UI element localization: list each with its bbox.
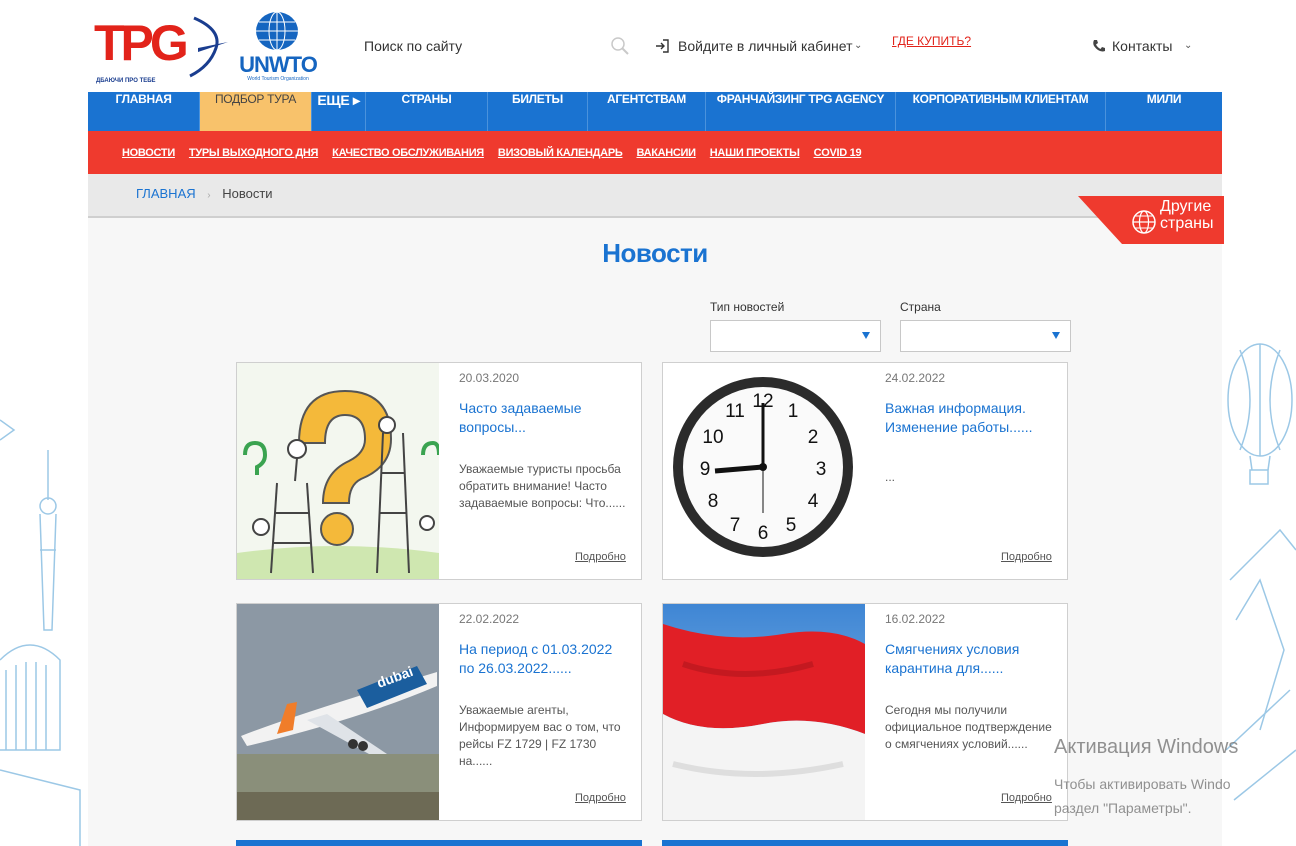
news-excerpt: Уважаемые агенты, Информируем вас о том,…	[459, 703, 621, 768]
main-navigation: ГЛАВНАЯ ПОДБОР ТУРА ЕЩЕ ▸ СТРАНЫ БИЛЕТЫ …	[88, 92, 1222, 131]
clock-numeral-6: 6	[758, 523, 769, 544]
news-date: 16.02.2022	[885, 612, 946, 626]
tpg-tagline: ДБАЮЧИ ПРО ТЕБЕ	[96, 78, 156, 84]
contacts-dropdown-icon[interactable]: ⌄	[1184, 34, 1192, 58]
nav-item-home[interactable]: ГЛАВНАЯ	[88, 92, 200, 131]
phone-icon	[1093, 40, 1105, 52]
news-image-question-illustration[interactable]	[237, 363, 439, 579]
tpg-logo-text: TPG	[94, 15, 189, 71]
search-icon[interactable]	[610, 36, 630, 56]
unwto-logo-subtitle: World Tourism Organization	[247, 76, 309, 82]
news-type-select[interactable]	[710, 320, 881, 352]
where-to-buy-link[interactable]: ГДЕ КУПИТЬ?	[892, 34, 971, 48]
clock-numeral-8: 8	[708, 491, 719, 512]
other-countries-line1: Другие	[1160, 198, 1212, 215]
header: TPG ДБАЮЧИ ПРО ТЕБЕ UNWTO World Tourism …	[88, 0, 1222, 92]
nav-item-franchising[interactable]: ФРАНЧАЙЗИНГ TPG AGENCY	[706, 92, 896, 131]
news-title-link[interactable]: Часто задаваемые вопросы...	[459, 399, 629, 437]
search-input[interactable]: Поиск по сайту	[364, 34, 644, 58]
other-countries-label: Другие страны	[1160, 198, 1220, 232]
chevron-down-icon	[862, 332, 870, 339]
clock-numeral-2: 2	[808, 427, 819, 448]
sub-nav-weekend-tours[interactable]: ТУРЫ ВЫХОДНОГО ДНЯ	[189, 147, 319, 159]
clock-numeral-10: 10	[702, 427, 723, 448]
tpg-logo[interactable]: TPG ДБАЮЧИ ПРО ТЕБЕ	[94, 12, 228, 88]
unwto-logo[interactable]: UNWTO World Tourism Organization	[238, 10, 318, 86]
breadcrumb-home[interactable]: ГЛАВНАЯ	[136, 186, 196, 201]
clock-numeral-4: 4	[808, 491, 819, 512]
news-date: 22.02.2022	[459, 612, 520, 626]
news-title-link[interactable]: Важная информация. Изменение работы.....…	[885, 399, 1055, 437]
clock-numeral-9: 9	[700, 459, 711, 480]
news-title-link[interactable]: На период с 01.03.2022 по 26.03.2022....…	[459, 640, 629, 678]
news-card[interactable]: dubai 22.02.2022 На период с 01.03.2022 …	[236, 603, 642, 821]
read-more-link[interactable]: Подробно	[575, 551, 626, 563]
decorative-landmarks-left	[0, 419, 81, 846]
plane-logo-icon	[189, 16, 228, 78]
news-card[interactable]: 20.03.2020 Часто задаваемые вопросы... У…	[236, 362, 642, 580]
sub-nav-visa-calendar[interactable]: ВИЗОВЫЙ КАЛЕНДАРЬ	[498, 147, 623, 159]
nav-item-tickets[interactable]: БИЛЕТЫ	[488, 92, 588, 131]
login-dropdown-icon[interactable]: ⌄	[854, 34, 862, 58]
nav-item-tour-selection[interactable]: ПОДБОР ТУРА	[200, 92, 312, 131]
nav-item-more[interactable]: ЕЩЕ ▸	[312, 92, 366, 131]
news-card-next-row[interactable]	[662, 840, 1068, 846]
breadcrumb-current: Новости	[222, 186, 273, 201]
site-container: TPG ДБАЮЧИ ПРО ТЕБЕ UNWTO World Tourism …	[88, 0, 1224, 846]
country-label: Страна	[900, 300, 941, 314]
news-date: 24.02.2022	[885, 371, 946, 385]
windows-activation-title: Активация Windows	[1054, 736, 1239, 758]
clock-numeral-11: 11	[725, 401, 745, 422]
news-card[interactable]: 16.02.2022 Смягчениях условия карантина …	[662, 603, 1068, 821]
other-countries-line2: страны	[1160, 215, 1214, 232]
news-excerpt: Уважаемые туристы просьба обратить внима…	[459, 462, 626, 510]
unwto-logo-text: UNWTO	[239, 52, 318, 77]
sub-nav-service-quality[interactable]: КАЧЕСТВО ОБСЛУЖИВАНИЯ	[332, 147, 484, 159]
read-more-link[interactable]: Подробно	[1001, 792, 1052, 804]
nav-item-agencies[interactable]: АГЕНТСТВАМ	[588, 92, 706, 131]
contacts-link[interactable]: Контакты	[1112, 34, 1172, 58]
decorative-landmarks-right	[1225, 343, 1296, 801]
news-title-link[interactable]: Смягчениях условия карантина для......	[885, 640, 1055, 678]
windows-activation-text: Чтобы активировать Windo раздел "Парамет…	[1054, 772, 1296, 820]
globe-icon	[256, 11, 298, 51]
clock-numeral-5: 5	[786, 515, 797, 536]
news-excerpt: ...	[885, 470, 896, 484]
nav-item-countries[interactable]: СТРАНЫ	[366, 92, 488, 131]
login-icon	[656, 39, 669, 53]
clock-numeral-1: 1	[788, 401, 799, 422]
sub-nav-our-projects[interactable]: НАШИ ПРОЕКТЫ	[710, 147, 800, 159]
sub-nav-news[interactable]: НОВОСТИ	[122, 147, 175, 159]
breadcrumb-separator: ›	[207, 190, 211, 201]
news-excerpt: Сегодня мы получили официальное подтверж…	[885, 703, 1052, 751]
clock-numeral-3: 3	[816, 459, 827, 480]
windows-activation-line2: раздел "Параметры".	[1054, 800, 1192, 816]
read-more-link[interactable]: Подробно	[1001, 551, 1052, 563]
clock-numeral-7: 7	[730, 515, 741, 536]
news-image-flag[interactable]	[663, 604, 865, 820]
news-image-clock[interactable]: 12 1 2 3 4 5 6 7 8 9 10 11	[663, 363, 865, 579]
page-title: Новости	[602, 238, 708, 268]
nav-item-miles[interactable]: МИЛИ	[1106, 92, 1222, 131]
sub-nav-covid[interactable]: COVID 19	[814, 147, 862, 159]
breadcrumb: ГЛАВНАЯ › Новости	[88, 174, 1222, 218]
news-card-next-row[interactable]	[236, 840, 642, 846]
read-more-link[interactable]: Подробно	[575, 792, 626, 804]
news-type-label: Тип новостей	[710, 300, 785, 314]
news-image-airplane[interactable]: dubai	[237, 604, 439, 820]
sub-navigation: НОВОСТИ ТУРЫ ВЫХОДНОГО ДНЯ КАЧЕСТВО ОБСЛ…	[88, 131, 1222, 174]
sub-nav-vacancies[interactable]: ВАКАНСИИ	[636, 147, 696, 159]
news-date: 20.03.2020	[459, 371, 520, 385]
country-select[interactable]	[900, 320, 1071, 352]
login-link[interactable]: Войдите в личный кабинет	[678, 34, 853, 58]
nav-item-corporate[interactable]: КОРПОРАТИВНЫМ КЛИЕНТАМ	[896, 92, 1106, 131]
windows-activation-line1: Чтобы активировать Windo	[1054, 776, 1231, 792]
chevron-down-icon	[1052, 332, 1060, 339]
news-card[interactable]: 12 1 2 3 4 5 6 7 8 9 10 11 2 4.02.2022 Ва…	[662, 362, 1068, 580]
